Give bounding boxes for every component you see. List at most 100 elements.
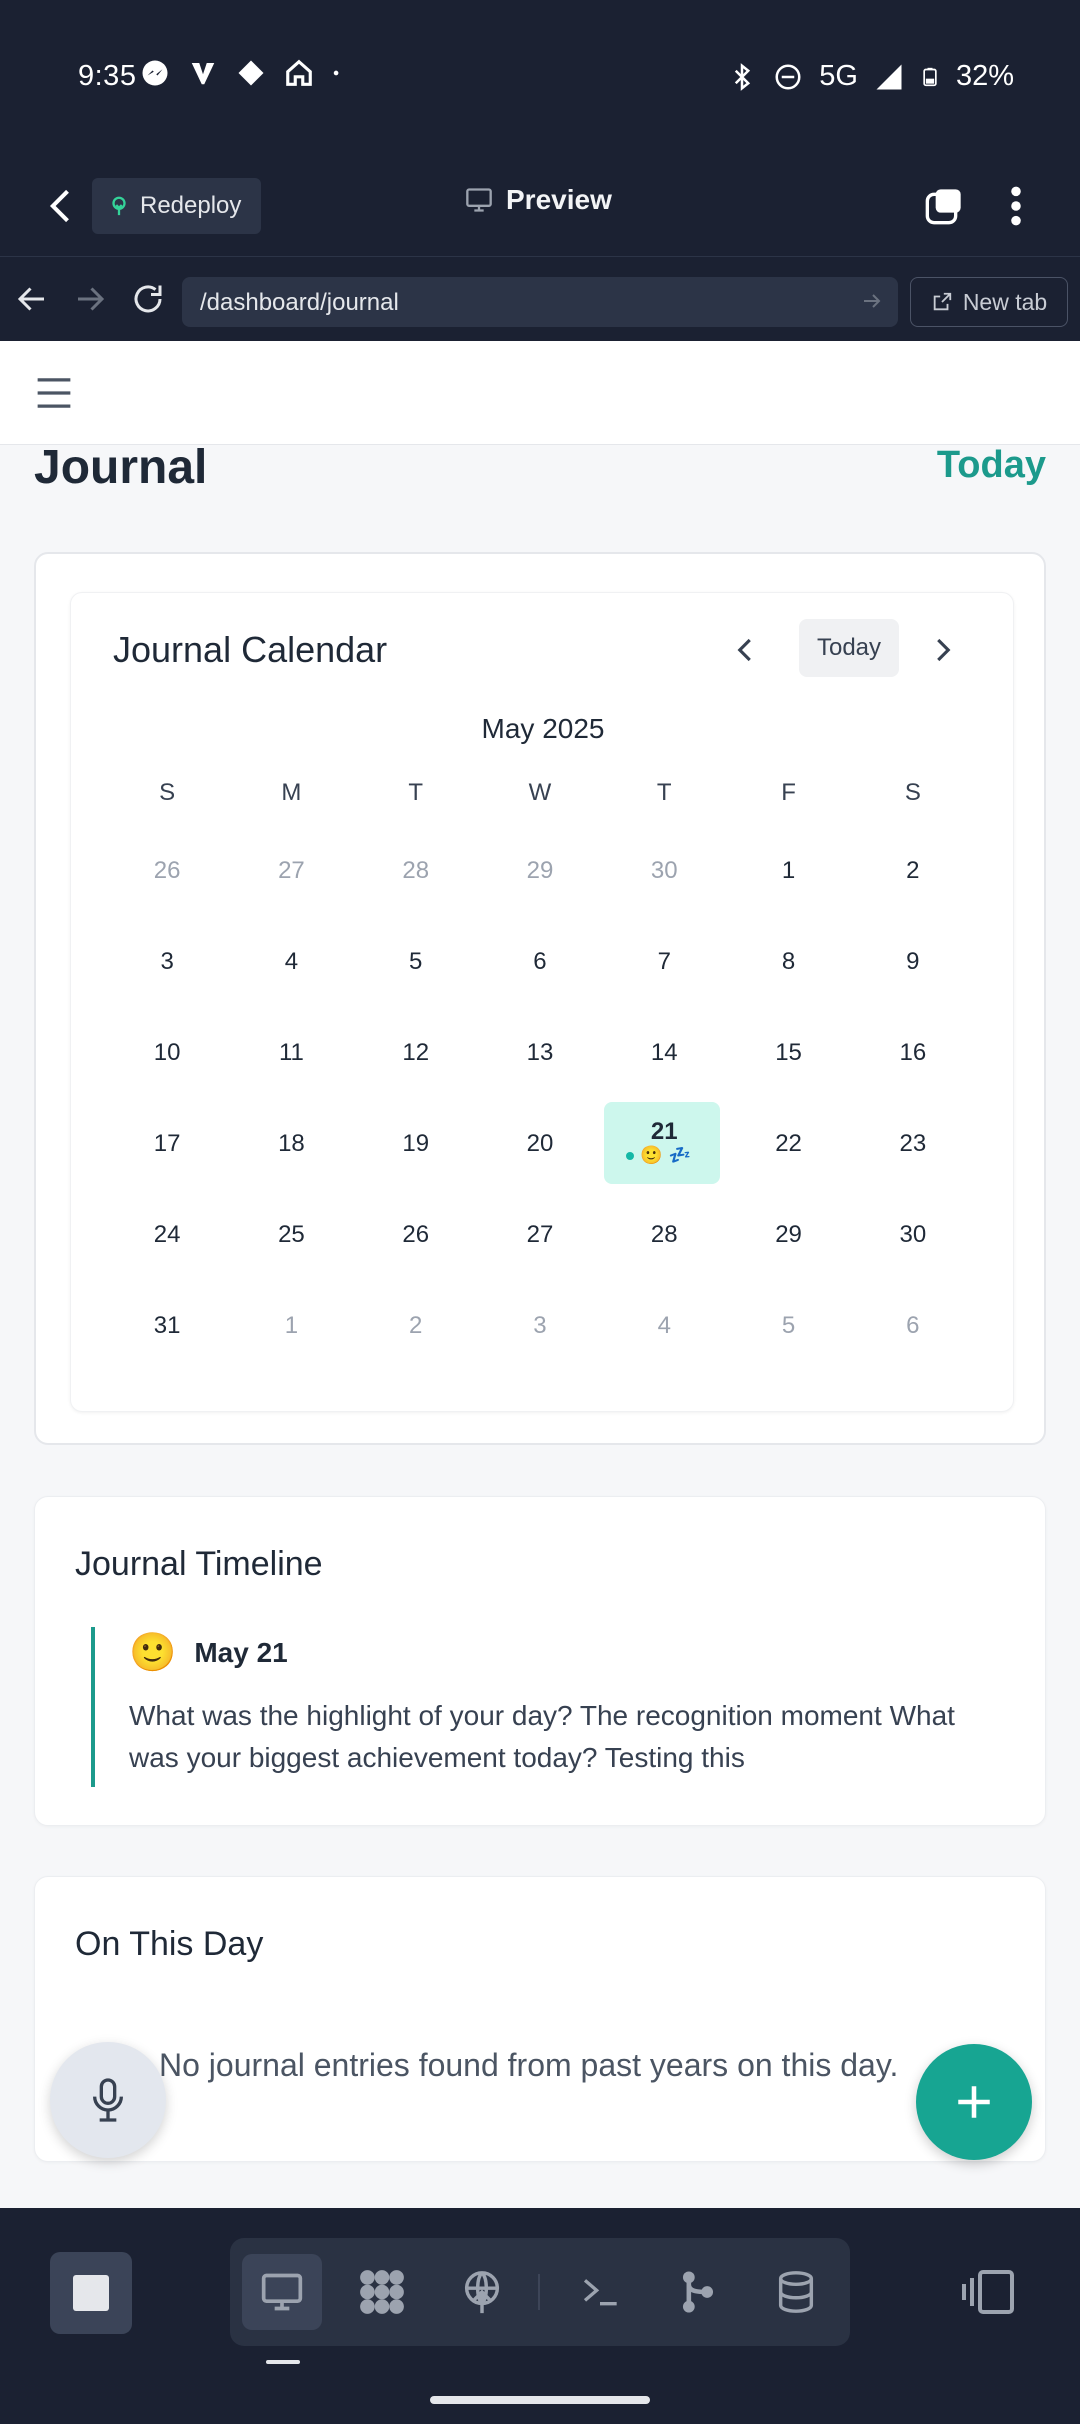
day-number: 26: [402, 1220, 430, 1248]
timeline-entry[interactable]: 🙂 May 21 What was the highlight of your …: [91, 1627, 991, 1787]
calendar-today-button[interactable]: Today: [799, 619, 899, 677]
workflow-tool-button[interactable]: [342, 2254, 422, 2330]
calendar-day[interactable]: 18: [229, 1098, 353, 1189]
menu-icon[interactable]: [34, 375, 74, 411]
dot-icon: [333, 70, 339, 76]
calendar-day[interactable]: 22: [726, 1098, 850, 1189]
weekday-label: M: [281, 779, 302, 806]
chevron-left-icon[interactable]: [731, 635, 761, 665]
calendar-day[interactable]: 19: [354, 1098, 478, 1189]
calendar-day[interactable]: 8: [726, 916, 850, 1007]
calendar-day[interactable]: 30: [602, 825, 726, 916]
page-title: Journal: [34, 441, 208, 494]
today-link[interactable]: Today: [937, 444, 1046, 487]
calendar-week: 24 25 26 27 28 29 30: [105, 1189, 975, 1280]
go-arrow-icon[interactable]: [860, 289, 884, 313]
new-tab-label: New tab: [962, 288, 1048, 315]
side-panel-icon[interactable]: [960, 2268, 1016, 2316]
day-number: 6: [906, 1311, 920, 1339]
calendar-day[interactable]: 29: [726, 1189, 850, 1280]
calendar-day[interactable]: 16: [851, 1007, 975, 1098]
calendar-day[interactable]: 28: [602, 1189, 726, 1280]
calendar-day[interactable]: 6: [478, 916, 602, 1007]
calendar-day[interactable]: 26: [354, 1189, 478, 1280]
calendar-day[interactable]: 5: [354, 916, 478, 1007]
database-icon: [778, 2271, 814, 2313]
weekday-label: W: [528, 779, 552, 806]
bluetooth-icon: [735, 62, 751, 91]
day-number: 11: [278, 1038, 304, 1066]
calendar-day[interactable]: 17: [105, 1098, 229, 1189]
day-number: 29: [775, 1220, 802, 1248]
more-vert-icon[interactable]: [1006, 184, 1026, 228]
chevron-right-icon[interactable]: [927, 635, 957, 665]
calendar-day[interactable]: 15: [726, 1007, 850, 1098]
calendar-day[interactable]: 27: [229, 825, 353, 916]
calendar-day[interactable]: 6: [851, 1280, 975, 1371]
reload-icon[interactable]: [130, 281, 166, 317]
day-number: 21: [650, 1117, 678, 1145]
calendar-day[interactable]: 3: [478, 1280, 602, 1371]
calendar-day[interactable]: 27: [478, 1189, 602, 1280]
calendar-day[interactable]: 31: [105, 1280, 229, 1371]
calendar-day[interactable]: 14: [602, 1007, 726, 1098]
calendar-card: Journal Calendar Today May 2025 S M T W …: [34, 552, 1046, 1445]
preview-label: Preview: [506, 184, 612, 215]
calendar-day-selected[interactable]: 21 🙂 💤: [602, 1098, 726, 1189]
calendar-day[interactable]: 7: [602, 916, 726, 1007]
voice-record-button[interactable]: [50, 2042, 166, 2158]
calendar-day[interactable]: 25: [229, 1189, 353, 1280]
calendar-day[interactable]: 30: [851, 1189, 975, 1280]
day-number: 7: [657, 947, 671, 975]
preview-tool-button[interactable]: [242, 2254, 322, 2330]
calendar-day[interactable]: 13: [478, 1007, 602, 1098]
calendar-day[interactable]: 5: [726, 1280, 850, 1371]
redeploy-button[interactable]: Redeploy: [92, 178, 262, 234]
grid-blob-icon: [360, 2270, 404, 2314]
branch-icon: [682, 2271, 714, 2313]
calendar-day[interactable]: 24: [105, 1189, 229, 1280]
calendar-week: 3 4 5 6 7 8 9: [105, 916, 975, 1007]
back-arrow-icon[interactable]: [40, 184, 84, 228]
day-number: 13: [526, 1038, 554, 1066]
tabs-icon[interactable]: [924, 186, 964, 226]
calendar-day[interactable]: 9: [851, 916, 975, 1007]
nav-forward-icon[interactable]: [72, 281, 108, 317]
day-number: 5: [409, 947, 423, 975]
add-entry-button[interactable]: [916, 2044, 1032, 2160]
url-input[interactable]: /dashboard/journal: [182, 277, 898, 327]
day-number: 31: [153, 1311, 181, 1339]
day-number: 2: [409, 1311, 423, 1339]
day-number: 26: [153, 856, 181, 884]
calendar-day[interactable]: 2: [354, 1280, 478, 1371]
weekday-label: T: [408, 779, 424, 806]
calendar-day[interactable]: 10: [105, 1007, 229, 1098]
calendar-day[interactable]: 29: [478, 825, 602, 916]
tree-icon: [112, 196, 126, 216]
database-tool-button[interactable]: [756, 2254, 836, 2330]
calendar-day[interactable]: 2: [851, 825, 975, 916]
calendar-day[interactable]: 12: [354, 1007, 478, 1098]
stop-icon: [73, 2275, 109, 2311]
calendar-day[interactable]: 1: [726, 825, 850, 916]
day-number: 16: [899, 1038, 927, 1066]
calendar-day[interactable]: 23: [851, 1098, 975, 1189]
day-number: 19: [402, 1129, 430, 1157]
stop-button[interactable]: [50, 2252, 132, 2334]
entry-date: May 21: [194, 1637, 288, 1668]
calendar-day[interactable]: 4: [602, 1280, 726, 1371]
new-tab-button[interactable]: New tab: [910, 277, 1068, 327]
calendar-day[interactable]: 4: [229, 916, 353, 1007]
git-tool-button[interactable]: [658, 2254, 738, 2330]
day-number: 24: [153, 1220, 181, 1248]
calendar-day[interactable]: 11: [229, 1007, 353, 1098]
deploy-tool-button[interactable]: [442, 2254, 522, 2330]
nav-back-icon[interactable]: [14, 281, 50, 317]
day-number: 27: [278, 856, 305, 884]
calendar-day[interactable]: 28: [354, 825, 478, 916]
calendar-day[interactable]: 3: [105, 916, 229, 1007]
calendar-day[interactable]: 20: [478, 1098, 602, 1189]
calendar-day[interactable]: 1: [229, 1280, 353, 1371]
shell-tool-button[interactable]: [560, 2254, 640, 2330]
calendar-day[interactable]: 26: [105, 825, 229, 916]
